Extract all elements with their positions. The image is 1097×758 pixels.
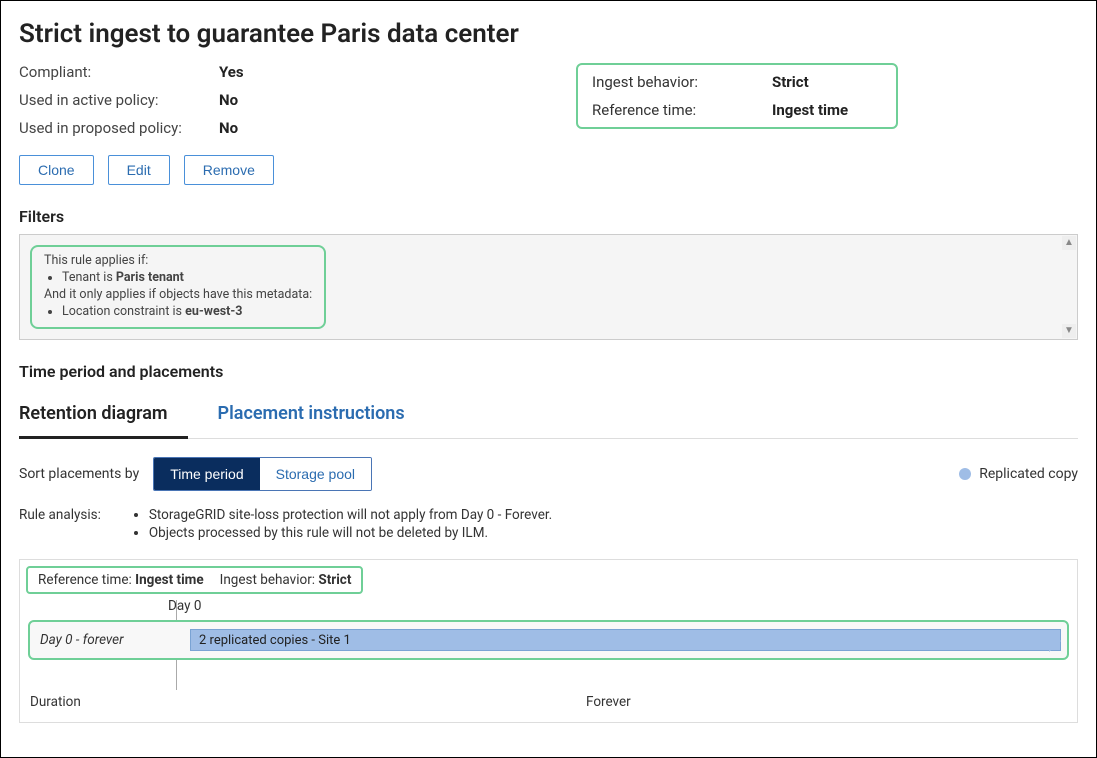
filter-bullet-2: Location constraint is eu-west-3 (62, 304, 312, 319)
meta-right-box: Ingest behavior: Strict Reference time: … (576, 63, 898, 129)
tabs: Retention diagram Placement instructions (19, 391, 1078, 439)
rule-analysis-item: Objects processed by this rule will not … (149, 525, 552, 541)
action-buttons: Clone Edit Remove (19, 155, 1078, 185)
filters-title: Filters (19, 207, 1078, 226)
diagram-ref-bar: Reference time: Ingest time Ingest behav… (26, 566, 363, 594)
filters-box: ▲ ▼ This rule applies if: Tenant is Pari… (19, 234, 1078, 340)
rule-analysis-list: StorageGRID site-loss protection will no… (131, 507, 552, 543)
scroll-down-icon[interactable]: ▼ (1062, 324, 1076, 338)
reference-time-label: Reference time: (592, 101, 772, 119)
duration-label: Duration (30, 694, 586, 710)
clone-button[interactable]: Clone (19, 155, 94, 185)
tab-placement-instructions[interactable]: Placement instructions (218, 391, 425, 438)
timeline-area: Day 0 - forever 2 replicated copies - Si… (28, 620, 1069, 684)
period-label: Day 0 - forever (30, 632, 190, 648)
sort-segmented: Time period Storage pool (153, 457, 372, 491)
legend: Replicated copy (959, 466, 1078, 482)
remove-button[interactable]: Remove (184, 155, 274, 185)
legend-dot-icon (959, 468, 971, 480)
page-title: Strict ingest to guarantee Paris data ce… (19, 19, 1078, 49)
active-policy-label: Used in active policy: (19, 91, 219, 109)
filter-bullet-1: Tenant is Paris tenant (62, 270, 312, 285)
compliant-label: Compliant: (19, 63, 219, 81)
proposed-policy-label: Used in proposed policy: (19, 119, 219, 137)
sort-storage-pool[interactable]: Storage pool (260, 458, 371, 490)
compliant-value: Yes (219, 63, 339, 81)
rule-analysis-item: StorageGRID site-loss protection will no… (149, 507, 552, 523)
placements-title: Time period and placements (19, 362, 1078, 381)
meta-left-grid: Compliant: Yes Used in active policy: No… (19, 63, 339, 137)
retention-diagram: Reference time: Ingest time Ingest behav… (19, 559, 1078, 723)
active-policy-value: No (219, 91, 339, 109)
period-row: Day 0 - forever 2 replicated copies - Si… (28, 620, 1069, 660)
placement-bar: 2 replicated copies - Site 1 (190, 629, 1061, 651)
filter-line-2: And it only applies if objects have this… (44, 287, 312, 302)
rule-analysis: Rule analysis: StorageGRID site-loss pro… (19, 507, 1078, 543)
day-0-label: Day 0 (168, 598, 1077, 614)
reference-time-value: Ingest time (772, 101, 882, 119)
rule-analysis-label: Rule analysis: (19, 507, 101, 543)
duration-row: Duration Forever (20, 684, 1077, 722)
ingest-behavior-label: Ingest behavior: (592, 73, 772, 91)
scroll-up-icon[interactable]: ▲ (1062, 236, 1076, 250)
sort-label: Sort placements by (19, 466, 139, 482)
proposed-policy-value: No (219, 119, 339, 137)
sort-time-period[interactable]: Time period (154, 458, 259, 490)
sort-row: Sort placements by Time period Storage p… (19, 457, 1078, 491)
meta-section: Compliant: Yes Used in active policy: No… (19, 63, 1078, 137)
edit-button[interactable]: Edit (108, 155, 170, 185)
duration-value: Forever (586, 694, 631, 710)
placement-bar-outer: 2 replicated copies - Site 1 (190, 629, 1061, 651)
legend-label: Replicated copy (979, 466, 1078, 482)
filter-line-1: This rule applies if: (44, 253, 312, 268)
filters-content: This rule applies if: Tenant is Paris te… (30, 245, 326, 329)
tab-retention-diagram[interactable]: Retention diagram (19, 391, 188, 439)
ingest-behavior-value: Strict (772, 73, 882, 91)
